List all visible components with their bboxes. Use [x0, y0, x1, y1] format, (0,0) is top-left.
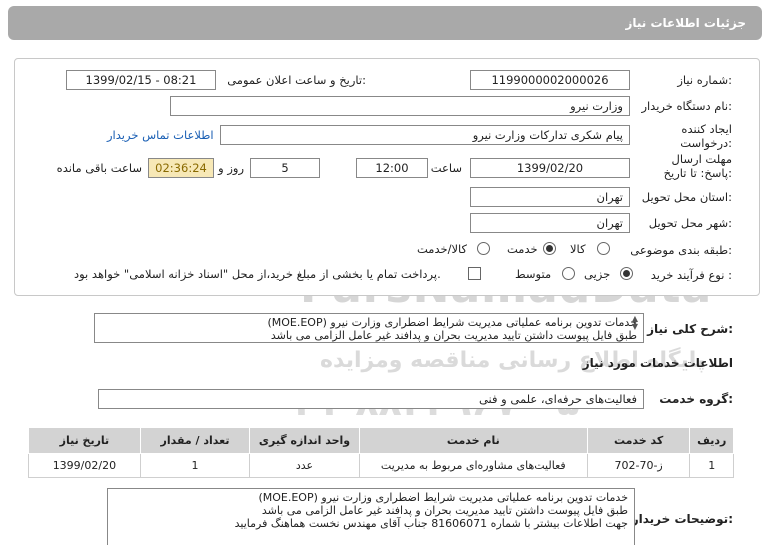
need-number-field: 1199000002000026 [470, 70, 630, 90]
deadline-time-label: ساعت [430, 161, 462, 175]
service-group-label: گروه خدمت: [659, 392, 733, 406]
remaining-time-label: ساعت باقی مانده [56, 161, 142, 175]
buyer-field: وزارت نیرو [170, 96, 630, 116]
summary-textbox[interactable]: خدمات تدوین برنامه عملیاتی مدیریت شرایط … [94, 313, 644, 343]
process-minor-radio[interactable] [620, 267, 633, 280]
city-field: تهران [470, 213, 630, 233]
cell-need-date: 1399/02/20 [28, 453, 141, 478]
process-label: نوع فرآیند خرید : [650, 268, 732, 282]
category-goods-service-label: کالا/خدمت [417, 242, 468, 256]
days-label: روز و [218, 161, 244, 175]
category-service-label: خدمت [507, 242, 538, 256]
treasury-payment-checkbox[interactable] [468, 267, 481, 280]
cell-row: 1 [689, 453, 734, 478]
services-table: ردیف کد خدمت نام خدمت واحد اندازه گیری ت… [28, 427, 734, 478]
summary-line-2: طبق فایل پیوست داشتن تایید مدیریت بحران … [270, 329, 637, 342]
buyer-notes-line-3: جهت اطلاعات بیشتر با شماره 81606071 جناب… [234, 517, 628, 530]
province-field: تهران [470, 187, 630, 207]
days-remaining-field: 5 [250, 158, 320, 178]
col-service-name: نام خدمت [358, 427, 588, 454]
deadline-time-field: 12:00 [356, 158, 428, 178]
col-service-code: کد خدمت [586, 427, 691, 454]
col-quantity: تعداد / مقدار [139, 427, 251, 454]
summary-scroll-icon[interactable]: ▲ ▼ [630, 315, 640, 331]
col-unit: واحد اندازه گیری [249, 427, 360, 454]
cell-quantity: 1 [139, 453, 251, 478]
process-minor-label: جزیی [584, 267, 611, 281]
city-label: شهر محل تحویل: [648, 216, 732, 230]
summary-line-1: خدمات تدوین برنامه عملیاتی مدیریت شرایط … [267, 316, 637, 329]
summary-label: شرح کلی نیاز: [647, 322, 733, 336]
category-goods-label: کالا [570, 242, 586, 256]
buyer-notes-label: توضیحات خریدار: [631, 512, 733, 526]
province-label: استان محل تحویل: [641, 190, 732, 204]
deadline-label-text: مهلت ارسال پاسخ: تا تاریخ: [663, 152, 732, 180]
category-label: طبقه بندی موضوعی: [630, 243, 732, 257]
deadline-date-field: 1399/02/20 [470, 158, 630, 178]
service-group-field: فعالیت‌های حرفه‌ای، علمی و فنی [98, 389, 644, 409]
process-medium-radio[interactable] [562, 267, 575, 280]
creator-field: پیام شکری تدارکات وزارت نیرو [220, 125, 630, 145]
announce-label: تاریخ و ساعت اعلان عمومی: [227, 73, 366, 87]
buyer-label: نام دستگاه خریدار: [641, 99, 732, 113]
announce-datetime-field: 1399/02/15 - 08:21 [66, 70, 216, 90]
category-service-radio[interactable] [543, 242, 556, 255]
services-table-header: ردیف کد خدمت نام خدمت واحد اندازه گیری ت… [28, 427, 734, 454]
need-number-label: شماره نیاز: [677, 73, 732, 87]
treasury-payment-note: پرداخت تمام یا بخشی از مبلغ خرید،از محل … [74, 267, 441, 281]
services-title: اطلاعات خدمات مورد نیاز [582, 356, 733, 370]
cell-service-code: ز-70-702 [586, 453, 691, 478]
buyer-notes-line-2: طبق فایل پیوست داشتن تایید مدیریت بحران … [261, 504, 628, 517]
process-medium-label: متوسط [515, 267, 552, 281]
buyer-notes-line-1: خدمات تدوین برنامه عملیاتی مدیریت شرایط … [258, 491, 628, 504]
buyer-contact-link[interactable]: اطلاعات تماس خریدار [107, 128, 214, 142]
page-header: جزئیات اطلاعات نیاز [8, 6, 762, 40]
page-title: جزئیات اطلاعات نیاز [625, 16, 746, 30]
cell-unit: عدد [249, 453, 360, 478]
remaining-time-field: 02:36:24 [148, 158, 214, 178]
creator-label-text: ایجاد کننده درخواست: [680, 122, 732, 150]
category-goods-radio[interactable] [597, 242, 610, 255]
col-need-date: تاریخ نیاز [28, 427, 141, 454]
category-goods-service-radio[interactable] [477, 242, 490, 255]
col-row: ردیف [689, 427, 734, 454]
table-row: 1 ز-70-702 فعالیت‌های مشاوره‌ای مربوط به… [28, 453, 734, 478]
deadline-label: مهلت ارسال پاسخ: تا تاریخ: [642, 152, 732, 180]
buyer-notes-box: خدمات تدوین برنامه عملیاتی مدیریت شرایط … [107, 488, 635, 545]
creator-label: ایجاد کننده درخواست: [652, 122, 732, 150]
cell-service-name: فعالیت‌های مشاوره‌ای مربوط به مدیریت [358, 453, 588, 478]
